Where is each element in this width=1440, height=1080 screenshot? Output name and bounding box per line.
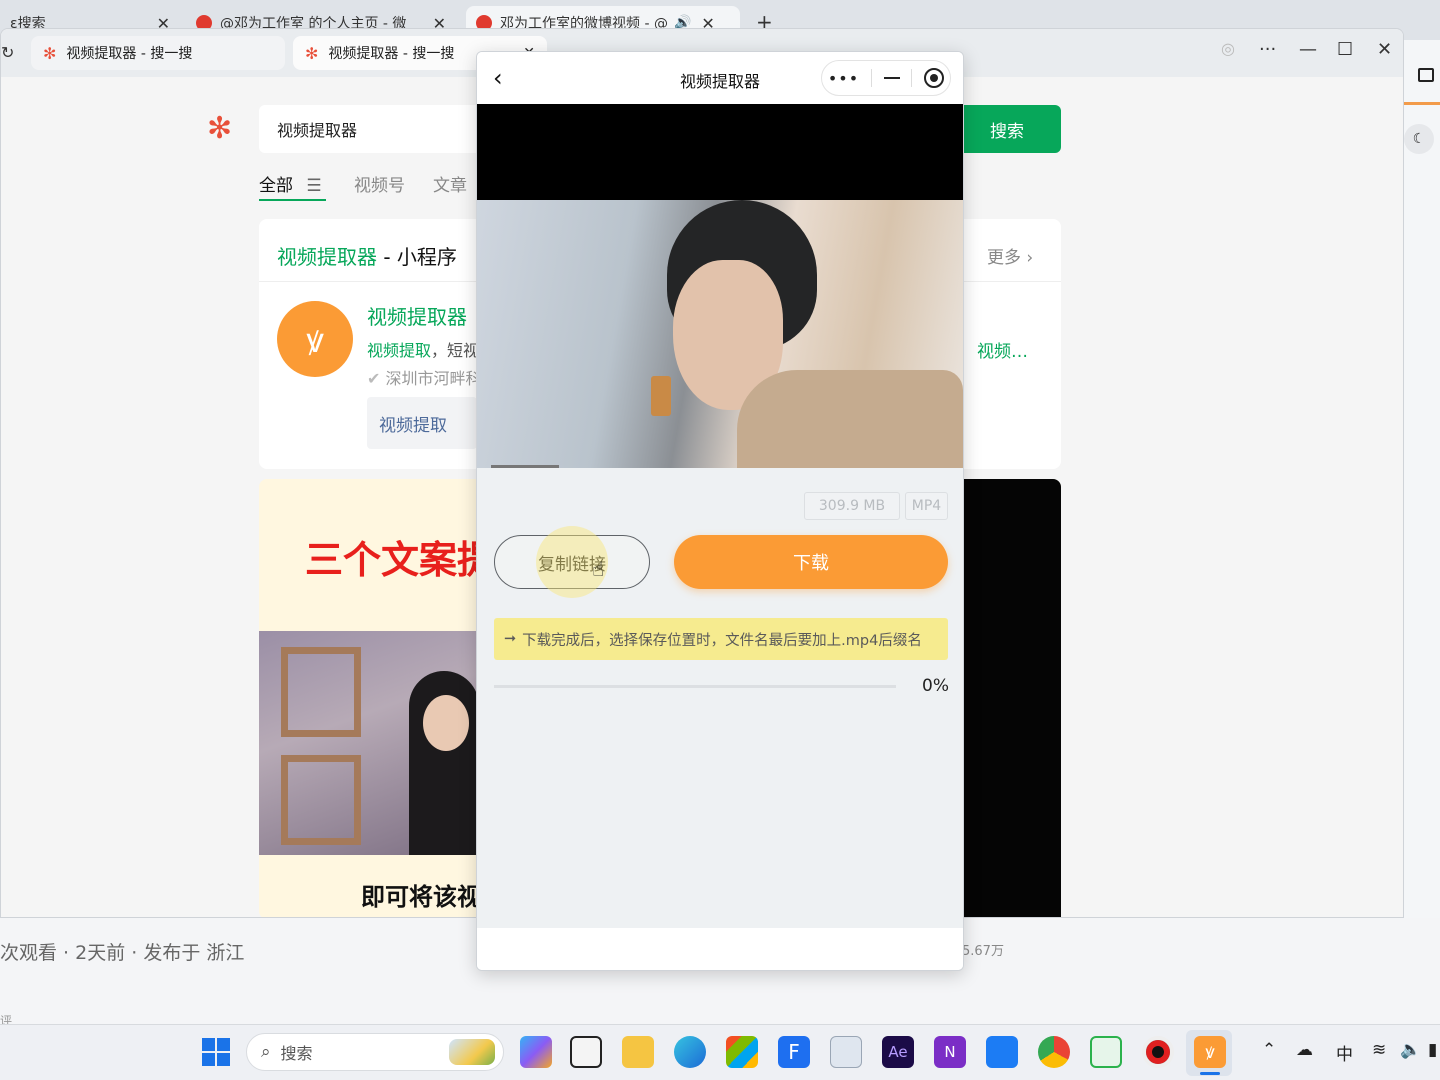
monitor-icon[interactable]	[830, 1036, 862, 1068]
start-icon[interactable]	[202, 1038, 230, 1066]
tab-all-label: 全部	[259, 176, 293, 196]
task-view-icon[interactable]	[570, 1036, 602, 1068]
shelf-shape	[281, 647, 361, 737]
tab-channels[interactable]: 视频号	[354, 171, 405, 196]
more-link[interactable]: 更多 ›	[987, 243, 1033, 268]
accent-line	[1404, 102, 1440, 105]
video-player[interactable]	[477, 104, 963, 476]
store-icon[interactable]	[726, 1036, 758, 1068]
globe-icon[interactable]: ◎	[1221, 39, 1235, 58]
file-format-badge: MP4	[905, 492, 948, 520]
edge-icon[interactable]	[674, 1036, 706, 1068]
tab-all[interactable]: 全部 ☰	[259, 171, 322, 196]
download-progress-track	[494, 685, 896, 688]
arrow-right-icon: ➞	[504, 631, 517, 647]
sousou-icon: ✻	[43, 43, 57, 63]
download-progress-percent: 0%	[922, 676, 949, 696]
after-effects-icon[interactable]: Ae	[882, 1036, 914, 1068]
app-name[interactable]: 视频提取器	[367, 301, 467, 330]
tip-text: 下载完成后，选择保存位置时，文件名最后要加上.mp4后缀名	[522, 632, 922, 649]
maximize-icon[interactable]: ☐	[1337, 39, 1353, 60]
sousou-icon: ✻	[305, 43, 319, 63]
browser-tab-label: 视频提取器 - 搜一搜	[66, 46, 193, 62]
object-shape	[651, 376, 671, 416]
browser-tab[interactable]: ✻ 视频提取器 - 搜一搜	[31, 36, 285, 70]
record-icon[interactable]	[1142, 1036, 1174, 1068]
download-button[interactable]: 下载	[674, 535, 948, 589]
filter-icon[interactable]: ☰	[306, 176, 321, 196]
background-window-edge: ☾	[1404, 40, 1440, 920]
result-snippet[interactable]: 视频…	[977, 337, 1028, 362]
file-explorer-icon[interactable]	[622, 1036, 654, 1068]
download-tip: ➞ 下载完成后，选择保存位置时，文件名最后要加上.mp4后缀名	[494, 618, 948, 660]
feishu-icon[interactable]: F	[778, 1036, 810, 1068]
capsule-divider	[911, 69, 913, 87]
face-shape	[423, 695, 469, 751]
mini-program-window: ‹ 视频提取器 ••• 309.9 MB MP4 复制链接 ☝ 下载 ➞ 下载完…	[476, 51, 964, 971]
refresh-icon[interactable]: ↻	[1, 43, 14, 62]
more-dots-icon[interactable]: •••	[828, 69, 859, 88]
app-description: 视频提取，短视	[367, 337, 479, 361]
sousou-logo-icon[interactable]: ✻	[207, 111, 232, 146]
video-frame	[477, 200, 963, 476]
shelf-shape	[281, 755, 361, 845]
capsule-menu: •••	[821, 60, 951, 96]
video-meta-text: 次观看 · 2天前 · 发布于 浙江	[0, 942, 245, 964]
minimize-icon[interactable]: —	[1299, 39, 1317, 60]
minimize-icon[interactable]	[883, 77, 900, 79]
pointer-cursor-icon: ☝	[592, 557, 605, 581]
app-logo-icon[interactable]: ꝟ	[277, 301, 353, 377]
video-banner-text: 三个文案提	[305, 538, 496, 582]
video-extractor-app-icon[interactable]: ꝟ	[1194, 1036, 1226, 1068]
search-query: 视频提取器	[277, 121, 358, 140]
tab-articles[interactable]: 文章	[433, 171, 467, 196]
volume-icon[interactable]: 🔈	[1400, 1040, 1421, 1060]
video-thumbnail[interactable]	[259, 631, 479, 855]
heading-highlight: 视频提取器	[277, 245, 377, 269]
close-window-icon[interactable]: ✕	[1377, 39, 1392, 60]
taskbar-search[interactable]: ⌕ 搜索	[246, 1033, 504, 1071]
wifi-icon[interactable]: ≋	[1372, 1040, 1386, 1060]
screen-app-icon[interactable]	[1090, 1036, 1122, 1068]
more-label: 更多	[987, 248, 1021, 268]
copilot-icon[interactable]	[520, 1036, 552, 1068]
close-target-icon[interactable]	[924, 68, 945, 88]
video-caption-text: 即可将该视	[361, 883, 481, 911]
bird-app-icon[interactable]	[986, 1036, 1018, 1068]
onenote-icon[interactable]: N	[934, 1036, 966, 1068]
heading-rest: - 小程序	[377, 245, 457, 269]
browser-tab-label: 视频提取器 - 搜一搜	[328, 46, 455, 62]
service-chip[interactable]: 视频提取	[367, 397, 477, 449]
cloud-icon[interactable]: ☁	[1296, 1040, 1313, 1060]
app-company: ✔ 深圳市河畔科	[367, 365, 482, 389]
search-button[interactable]: 搜索	[953, 105, 1061, 153]
file-size-badge: 309.9 MB	[804, 492, 900, 520]
video-preview-dark[interactable]	[964, 479, 1061, 917]
description-rest: ，短视	[431, 341, 480, 360]
company-name: 深圳市河畔科	[385, 369, 482, 388]
mini-program-header: ‹ 视频提取器 •••	[477, 52, 963, 104]
moon-icon[interactable]: ☾	[1404, 124, 1434, 154]
taskbar-search-placeholder: 搜索	[280, 1044, 313, 1063]
more-icon[interactable]: ···	[1259, 39, 1276, 60]
ime-indicator[interactable]: 中	[1336, 1040, 1353, 1065]
mini-program-footer	[477, 928, 963, 970]
chrome-icon[interactable]	[1038, 1036, 1070, 1068]
battery-icon[interactable]: ▮	[1428, 1040, 1437, 1060]
capsule-divider	[870, 69, 872, 87]
sidebar-toggle-icon[interactable]	[1418, 68, 1434, 82]
active-indicator	[1200, 1072, 1220, 1075]
verified-icon: ✔	[367, 369, 381, 388]
search-highlight-icon	[449, 1039, 495, 1065]
shoulder-shape	[737, 370, 963, 476]
active-tab-underline	[259, 199, 326, 201]
description-highlight: 视频提取	[367, 341, 432, 360]
search-icon: ⌕	[261, 1042, 271, 1062]
result-heading: 视频提取器 - 小程序	[277, 241, 457, 270]
chevron-up-icon[interactable]: ⌃	[1262, 1040, 1276, 1060]
view-count: 5.67万	[962, 944, 1004, 959]
